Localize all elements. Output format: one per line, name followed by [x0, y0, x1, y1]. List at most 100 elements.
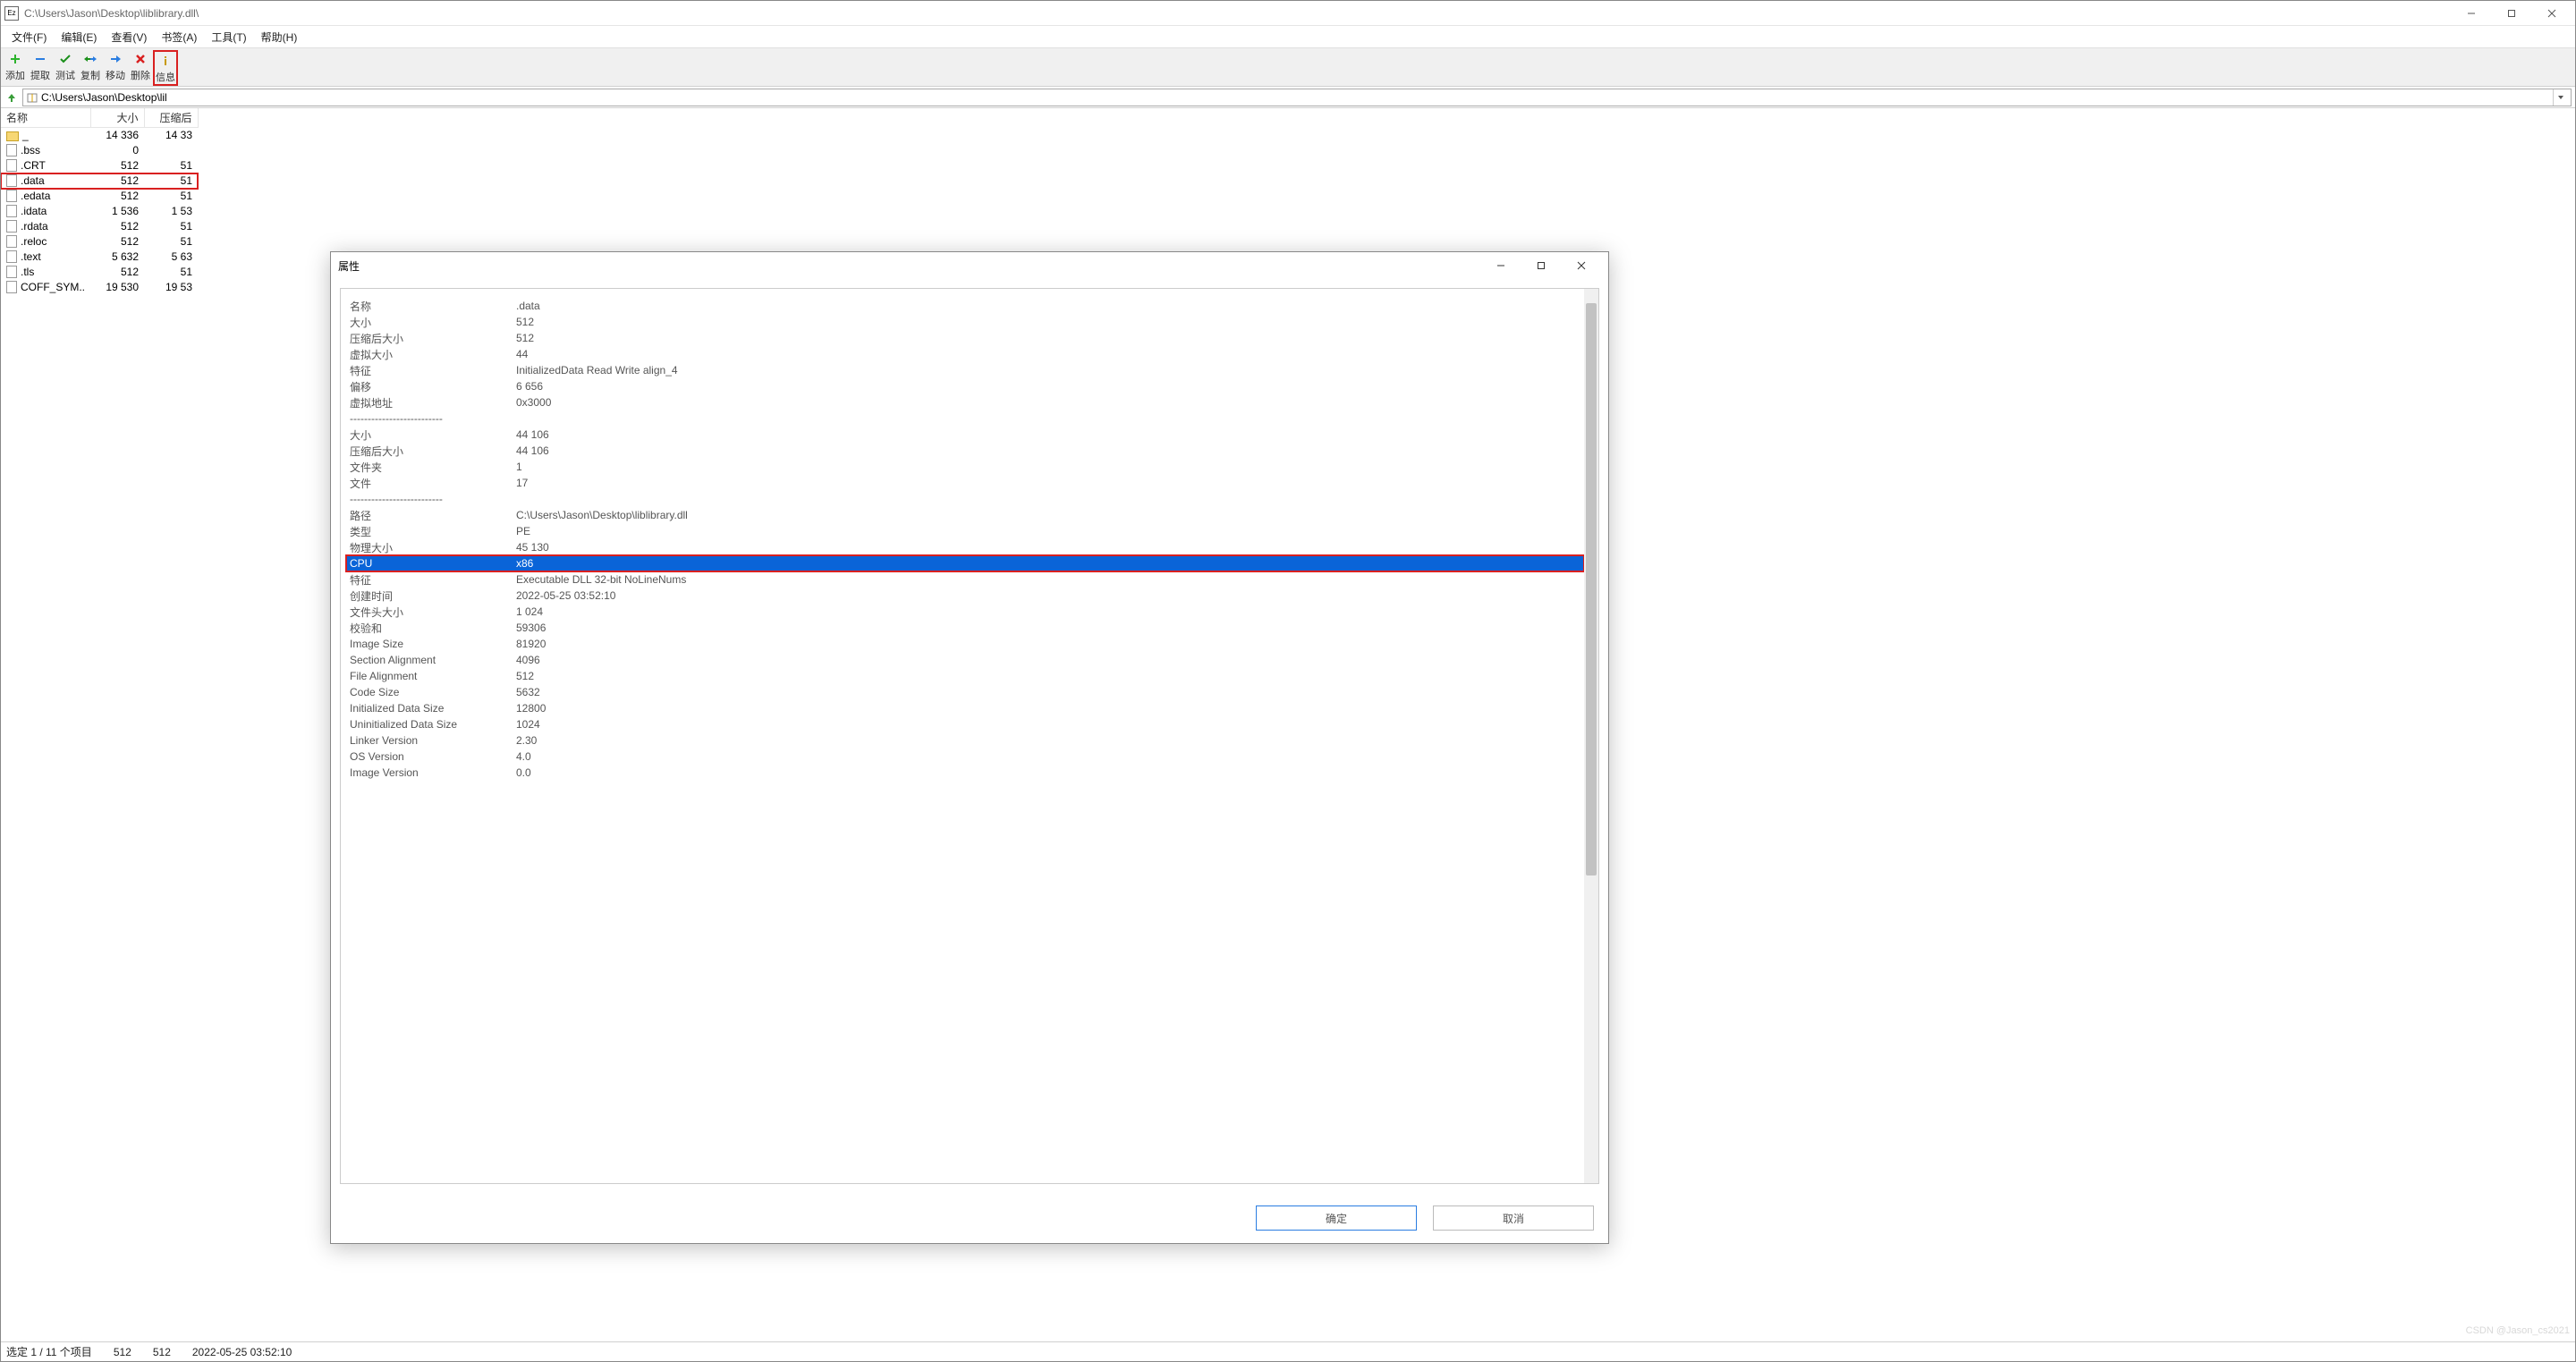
property-label: Code Size — [346, 686, 516, 698]
file-name: _ — [22, 129, 29, 141]
window-title: C:\Users\Jason\Desktop\liblibrary.dll\ — [24, 7, 199, 20]
file-size: 0 — [90, 143, 144, 158]
toolbar-label: 测试 — [55, 68, 75, 82]
property-row[interactable]: Linker Version2.30 — [346, 732, 1584, 749]
property-label: CPU — [346, 557, 516, 570]
column-header-packed[interactable]: 压缩后 — [144, 108, 198, 128]
property-row[interactable]: 物理大小45 130 — [346, 539, 1584, 555]
property-row[interactable]: 创建时间2022-05-25 03:52:10 — [346, 588, 1584, 604]
dialog-maximize-button[interactable] — [1521, 254, 1561, 277]
maximize-button[interactable] — [2491, 3, 2531, 24]
file-icon — [6, 281, 17, 293]
table-row[interactable]: .reloc51251 — [1, 234, 198, 250]
menu-item[interactable]: 文件(F) — [4, 28, 54, 47]
cancel-button[interactable]: 取消 — [1433, 1205, 1594, 1231]
toolbar-label: 添加 — [5, 68, 25, 82]
file-icon — [6, 250, 17, 263]
property-row[interactable]: 路径C:\Users\Jason\Desktop\liblibrary.dll — [346, 507, 1584, 523]
scrollbar-thumb[interactable] — [1586, 303, 1597, 876]
menu-item[interactable]: 编辑(E) — [54, 28, 104, 47]
property-value: 1 024 — [516, 605, 1584, 618]
file-packed — [144, 143, 198, 158]
up-button[interactable] — [3, 89, 21, 106]
property-label: 特征 — [346, 572, 516, 588]
file-name: .text — [21, 250, 41, 263]
property-value: 44 106 — [516, 444, 1584, 457]
property-row[interactable]: 压缩后大小44 106 — [346, 443, 1584, 459]
property-row[interactable]: Section Alignment4096 — [346, 652, 1584, 668]
menu-item[interactable]: 帮助(H) — [254, 28, 305, 47]
property-row[interactable]: 特征InitializedData Read Write align_4 — [346, 362, 1584, 378]
property-row[interactable]: 大小44 106 — [346, 427, 1584, 443]
file-packed: 51 — [144, 173, 198, 189]
toolbar-移动-button[interactable]: 移动 — [103, 50, 128, 82]
property-row[interactable]: File Alignment512 — [346, 668, 1584, 684]
property-separator: -------------------------- — [346, 491, 1584, 507]
property-row[interactable]: 校验和59306 — [346, 620, 1584, 636]
property-row[interactable]: CPUx86 — [346, 555, 1584, 571]
toolbar-测试-button[interactable]: 测试 — [53, 50, 78, 82]
table-row[interactable]: .data51251 — [1, 173, 198, 189]
menu-item[interactable]: 查看(V) — [104, 28, 154, 47]
property-row[interactable]: 特征Executable DLL 32-bit NoLineNums — [346, 571, 1584, 588]
table-row[interactable]: _14 33614 33 — [1, 128, 198, 143]
property-label: 偏移 — [346, 379, 516, 394]
property-value: InitializedData Read Write align_4 — [516, 364, 1584, 376]
property-row[interactable]: Code Size5632 — [346, 684, 1584, 700]
toolbar-提取-button[interactable]: 提取 — [28, 50, 53, 82]
toolbar-添加-button[interactable]: 添加 — [3, 50, 28, 82]
property-row[interactable]: OS Version4.0 — [346, 749, 1584, 765]
dialog-close-button[interactable] — [1561, 254, 1601, 277]
table-row[interactable]: .text5 6325 63 — [1, 250, 198, 265]
table-row[interactable]: .idata1 5361 53 — [1, 204, 198, 219]
column-header-size[interactable]: 大小 — [90, 108, 144, 128]
file-packed: 51 — [144, 234, 198, 250]
dialog-titlebar: 属性 — [331, 252, 1608, 279]
property-row[interactable]: 偏移6 656 — [346, 378, 1584, 394]
property-value: 4.0 — [516, 750, 1584, 763]
table-row[interactable]: .bss 0 — [1, 143, 198, 158]
property-value: 81920 — [516, 638, 1584, 650]
property-row[interactable]: 文件17 — [346, 475, 1584, 491]
property-row[interactable]: Image Version0.0 — [346, 765, 1584, 781]
property-value: 59306 — [516, 622, 1584, 634]
property-value: 44 106 — [516, 428, 1584, 441]
table-row[interactable]: .edata51251 — [1, 189, 198, 204]
minimize-button[interactable] — [2451, 3, 2491, 24]
close-button[interactable] — [2531, 3, 2572, 24]
property-row[interactable]: Uninitialized Data Size1024 — [346, 716, 1584, 732]
property-row[interactable]: 压缩后大小512 — [346, 330, 1584, 346]
property-row[interactable]: 名称.data — [346, 298, 1584, 314]
property-row[interactable]: 类型PE — [346, 523, 1584, 539]
ok-button[interactable]: 确定 — [1256, 1205, 1417, 1231]
menu-item[interactable]: 工具(T) — [204, 28, 253, 47]
table-row[interactable]: .CRT51251 — [1, 158, 198, 173]
toolbar-复制-button[interactable]: 复制 — [78, 50, 103, 82]
property-label: 路径 — [346, 508, 516, 523]
column-header-name[interactable]: 名称 — [1, 108, 90, 128]
path-input[interactable]: C:\Users\Jason\Desktop\lil — [22, 89, 2572, 106]
property-row[interactable]: 文件头大小1 024 — [346, 604, 1584, 620]
property-row[interactable]: 虚拟地址0x3000 — [346, 394, 1584, 410]
scrollbar[interactable] — [1584, 289, 1598, 1183]
menu-item[interactable]: 书签(A) — [154, 28, 204, 47]
table-row[interactable]: .rdata51251 — [1, 219, 198, 234]
table-row[interactable]: COFF_SYM..19 53019 53 — [1, 280, 198, 295]
file-name: .bss — [21, 144, 40, 157]
property-value: PE — [516, 525, 1584, 537]
property-value: 4096 — [516, 654, 1584, 666]
property-row[interactable]: Initialized Data Size12800 — [346, 700, 1584, 716]
property-row[interactable]: 大小512 — [346, 314, 1584, 330]
table-row[interactable]: .tls51251 — [1, 265, 198, 280]
toolbar-删除-button[interactable]: 删除 — [128, 50, 153, 82]
property-row[interactable]: 文件夹1 — [346, 459, 1584, 475]
dialog-minimize-button[interactable] — [1480, 254, 1521, 277]
toolbar-信息-button[interactable]: 信息 — [153, 50, 178, 86]
app-icon: Ez — [4, 6, 19, 21]
property-value: 44 — [516, 348, 1584, 360]
dialog-footer: 确定 取消 — [331, 1193, 1608, 1243]
property-row[interactable]: Image Size81920 — [346, 636, 1584, 652]
property-row[interactable]: 虚拟大小44 — [346, 346, 1584, 362]
archive-icon — [27, 92, 38, 103]
path-dropdown-button[interactable] — [2553, 89, 2567, 106]
